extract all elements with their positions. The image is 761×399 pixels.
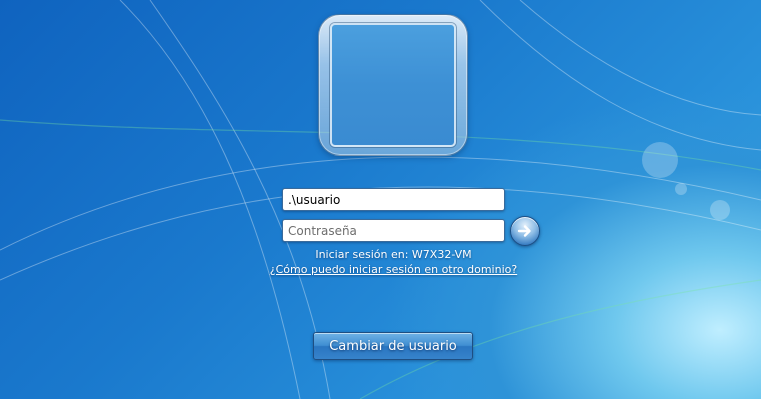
signin-to-label: Iniciar sesión en: W7X32-VM xyxy=(315,248,472,261)
user-tile xyxy=(318,14,468,156)
user-picture xyxy=(330,23,456,147)
arrow-right-icon xyxy=(517,225,531,237)
password-field[interactable] xyxy=(282,219,505,242)
other-domain-link[interactable]: ¿Cómo puedo iniciar sesión en otro domin… xyxy=(242,263,545,277)
username-field[interactable] xyxy=(282,188,505,211)
switch-user-button[interactable]: Cambiar de usuario xyxy=(313,332,473,360)
submit-arrow-button[interactable] xyxy=(510,216,540,246)
